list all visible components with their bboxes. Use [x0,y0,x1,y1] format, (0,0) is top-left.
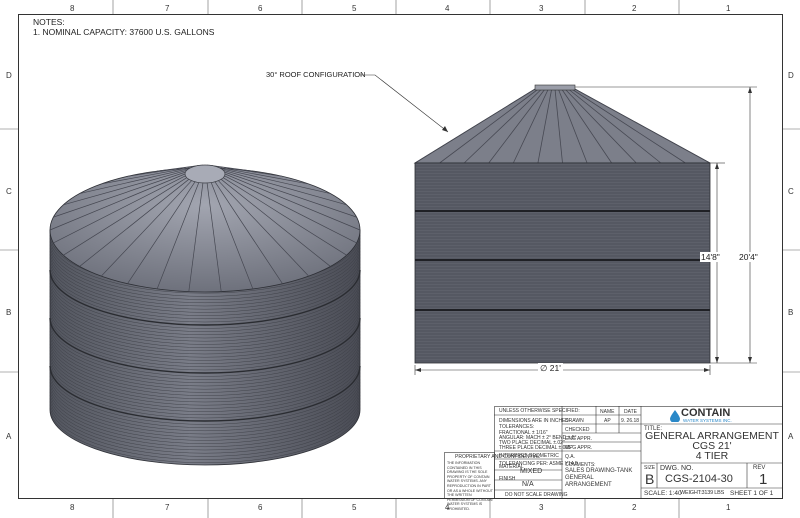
tb-weight: WEIGHT:3139 LBS [680,490,725,496]
tb-do-not-scale: DO NOT SCALE DRAWING [505,492,568,498]
tb-dwg-label: DWG. NO. [660,465,694,472]
tb-proprietary: PROPRIETARY AND CONFIDENTIAL [455,454,541,460]
tb-proprietary-text: THE INFORMATION CONTAINED IN THIS DRAWIN… [447,461,493,511]
tb-rev-value: 1 [759,471,768,488]
tb-sheet: SHEET 1 OF 1 [730,490,774,497]
tb-drawn-name: AP [604,418,611,424]
tb-col-date: DATE [624,409,637,415]
tb-mfg-appr: MFG APPR. [565,445,593,451]
tb-three-place: THREE PLACE DECIMAL ±.005" [499,445,573,451]
tb-eng-appr: ENG APPR. [565,436,592,442]
tb-col-name: NAME [600,409,615,415]
tb-comments-value: SALES DRAWING-TANK GENERAL ARRANGEMENT [565,468,633,488]
contain-logo-icon [670,409,680,423]
tb-title-line3: 4 TIER [695,450,729,462]
tb-unless-specified: UNLESS OTHERWISE SPECIFIED: [499,408,580,414]
tb-drawn-date: 9. 26.18 [621,418,640,424]
tb-size-value: B [645,471,655,487]
tb-qa: Q.A. [565,454,576,460]
tb-checked: CHECKED [565,427,590,433]
tb-finish-value: N/A [522,481,534,488]
tb-drawn: DRAWN [565,418,584,424]
tb-material-value: MIXED [520,468,543,475]
tb-finish-label: FINISH [499,476,516,482]
logo-sub: WATER SYSTEMS INC. [683,418,732,423]
tb-dwg-value: CGS-2104-30 [665,473,733,485]
tb-scale: SCALE: 1:40 [644,490,682,497]
